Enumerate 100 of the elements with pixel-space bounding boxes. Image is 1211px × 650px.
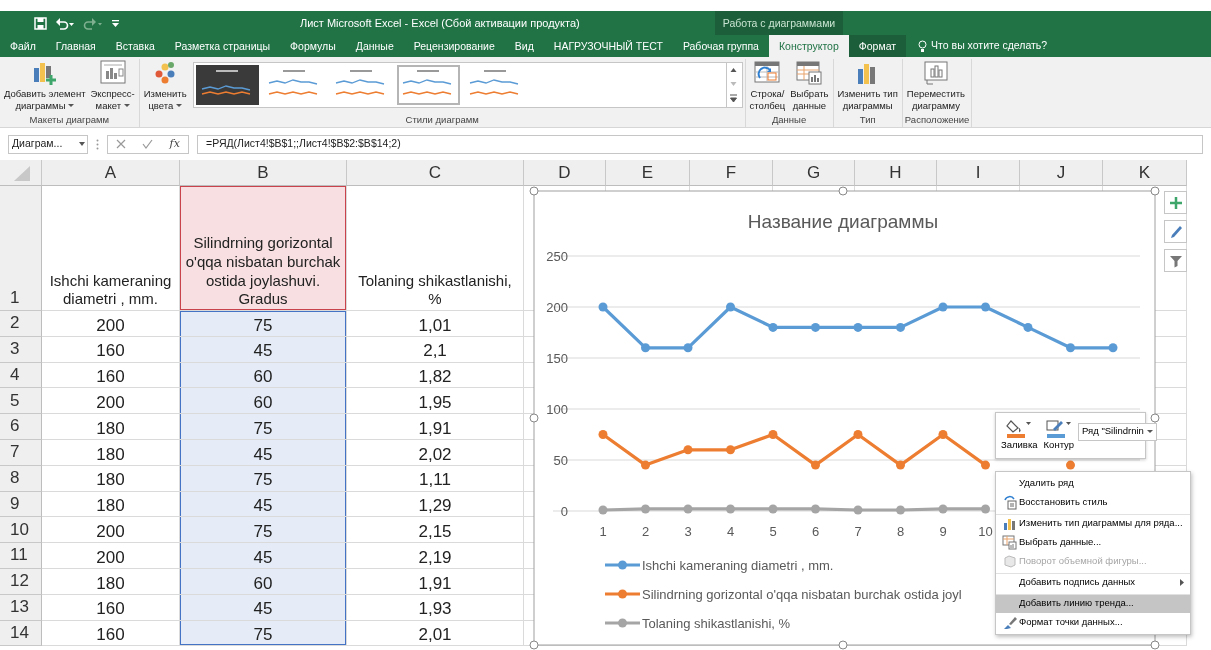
ribbon-tab[interactable]: Главная bbox=[45, 35, 106, 57]
ribbon-tab[interactable]: Вид bbox=[504, 35, 544, 57]
ribbon-tab[interactable]: Вставка bbox=[105, 35, 165, 57]
table-cell: 1,91 bbox=[347, 414, 524, 440]
ribbon-button[interactable]: Изменить тип диаграммы bbox=[835, 59, 900, 113]
point bbox=[938, 302, 948, 312]
point bbox=[938, 430, 948, 439]
column-header[interactable]: D bbox=[524, 160, 606, 186]
row-header[interactable]: 7 bbox=[0, 440, 42, 466]
axis-tick-label: 2 bbox=[641, 524, 650, 539]
column-header[interactable]: G bbox=[773, 160, 855, 186]
menu-item[interactable]: Формат точки данных... bbox=[996, 613, 1190, 632]
point bbox=[768, 322, 778, 332]
row-header[interactable]: 14 bbox=[0, 620, 42, 647]
table-cell: 1,82 bbox=[347, 362, 524, 389]
column-header[interactable]: F bbox=[690, 160, 773, 186]
point bbox=[1066, 460, 1075, 470]
legend-label: Tolaning shikastlanishi, % bbox=[642, 616, 791, 631]
menu-item[interactable]: Добавить подпись данных bbox=[996, 573, 1190, 592]
table-cell: 1,01 bbox=[347, 311, 524, 337]
header-cell: Silindrning gorizontal o'qqa nisbatan burchak ostida joylashuvi. Gradus bbox=[180, 186, 347, 311]
formula-field[interactable]: =РЯД(Лист4!$B$1;;Лист4!$B$2:$B$14;2) bbox=[197, 134, 1203, 154]
row-header[interactable]: 10 bbox=[0, 517, 42, 544]
axis-tick-label: 10 bbox=[978, 524, 993, 539]
row-header[interactable]: 8 bbox=[0, 465, 42, 492]
ribbon-tab[interactable]: Конструктор bbox=[768, 35, 849, 57]
point bbox=[853, 322, 863, 332]
ribbon-button[interactable]: Переместить диаграмму bbox=[904, 59, 968, 113]
ribbon-button[interactable]: Экспресс- макет bbox=[88, 59, 137, 113]
table-cell: 75 bbox=[180, 311, 347, 337]
table-cell: 75 bbox=[180, 620, 347, 647]
row-header[interactable]: 5 bbox=[0, 388, 42, 415]
header-cell: Tolaning shikastlanishi, % bbox=[347, 186, 524, 311]
format-button[interactable]: Заливка bbox=[999, 418, 1040, 453]
ribbon-group-label: Расположение bbox=[904, 112, 970, 127]
menu-item[interactable]: Добавить линию тренда... bbox=[996, 594, 1190, 613]
ribbon-group-label: Стили диаграмм bbox=[404, 112, 480, 127]
point bbox=[598, 505, 608, 515]
column-header[interactable]: B bbox=[180, 160, 347, 186]
table-cell: 1,93 bbox=[347, 594, 524, 621]
ribbon-tab[interactable]: Рабочая группа bbox=[672, 35, 769, 57]
table-cell: 60 bbox=[180, 568, 347, 595]
ribbon-tab[interactable]: Файл bbox=[8, 35, 46, 57]
column-header[interactable]: E bbox=[606, 160, 690, 186]
point bbox=[768, 430, 778, 439]
ribbon-tab[interactable]: Формулы bbox=[280, 35, 346, 57]
row-header[interactable]: 2 bbox=[0, 311, 42, 337]
point bbox=[768, 504, 778, 514]
table-cell: 1,95 bbox=[347, 388, 524, 415]
table-cell: 2,01 bbox=[347, 620, 524, 647]
row-header[interactable]: 9 bbox=[0, 491, 42, 518]
row-header[interactable]: 4 bbox=[0, 362, 42, 389]
column-header[interactable]: H bbox=[855, 160, 937, 186]
point bbox=[683, 445, 693, 455]
point bbox=[811, 460, 820, 470]
column-header[interactable]: J bbox=[1020, 160, 1103, 186]
point bbox=[811, 504, 820, 514]
ribbon-button[interactable]: Добавить элемент диаграммы bbox=[2, 59, 88, 113]
ribbon-button[interactable]: Строка/ столбец bbox=[747, 59, 788, 113]
ribbon-tab[interactable]: НАГРУЗОЧНЫЙ ТЕСТ bbox=[543, 35, 673, 57]
ribbon-group-label: Макеты диаграмм bbox=[28, 112, 111, 127]
column-header[interactable]: I bbox=[937, 160, 1020, 186]
menu-item[interactable]: Изменить тип диаграммы для ряда... bbox=[996, 514, 1190, 533]
format-button[interactable]: Контур bbox=[1041, 418, 1077, 453]
ribbon-tab[interactable]: Данные bbox=[345, 35, 404, 57]
axis-tick-label: 9 bbox=[939, 524, 947, 539]
ribbon-tab[interactable]: Разметка страницы bbox=[164, 35, 281, 57]
axis-tick-label: 1 bbox=[599, 524, 607, 539]
chart-title: Название диаграммы bbox=[747, 211, 939, 232]
ribbon-button[interactable]: Выбрать данные bbox=[788, 59, 831, 113]
point bbox=[938, 504, 948, 514]
menu-item[interactable]: Удалить ряд bbox=[996, 474, 1190, 493]
axis-tick-label: 5 bbox=[769, 524, 777, 539]
point bbox=[1108, 343, 1118, 353]
point bbox=[811, 322, 820, 332]
table-cell: 45 bbox=[180, 440, 347, 466]
row-header[interactable]: 3 bbox=[0, 336, 42, 363]
row-header[interactable]: 6 bbox=[0, 414, 42, 440]
table-cell: 1,11 bbox=[347, 465, 524, 492]
row-header[interactable]: 13 bbox=[0, 594, 42, 621]
point bbox=[1023, 322, 1033, 332]
ribbon-button[interactable]: Изменить цвета bbox=[141, 59, 189, 113]
insert-function-button[interactable]: fx bbox=[169, 135, 180, 153]
ribbon-tab[interactable]: Рецензирование bbox=[403, 35, 505, 57]
point bbox=[981, 460, 990, 470]
column-header[interactable]: C bbox=[347, 160, 524, 186]
tell-me-field[interactable]: Что вы хотите сделать? bbox=[931, 38, 1048, 54]
ribbon-group-label: Данные bbox=[770, 112, 808, 127]
row-header[interactable]: 11 bbox=[0, 543, 42, 569]
row-header[interactable]: 1 bbox=[0, 186, 42, 311]
axis-tick-label: 0 bbox=[560, 504, 568, 519]
column-header[interactable]: K bbox=[1103, 160, 1187, 186]
series-dropdown[interactable]: Ряд "Silindrnin bbox=[1078, 422, 1157, 441]
row-header[interactable]: 12 bbox=[0, 568, 42, 595]
axis-tick-label: 150 bbox=[546, 351, 568, 366]
menu-item[interactable]: Выбрать данные... bbox=[996, 533, 1190, 552]
ribbon-tab[interactable]: Формат bbox=[848, 35, 907, 57]
column-header[interactable]: A bbox=[42, 160, 180, 186]
menu-item[interactable]: Восстановить стиль bbox=[996, 493, 1190, 512]
table-cell: 2,15 bbox=[347, 517, 524, 544]
